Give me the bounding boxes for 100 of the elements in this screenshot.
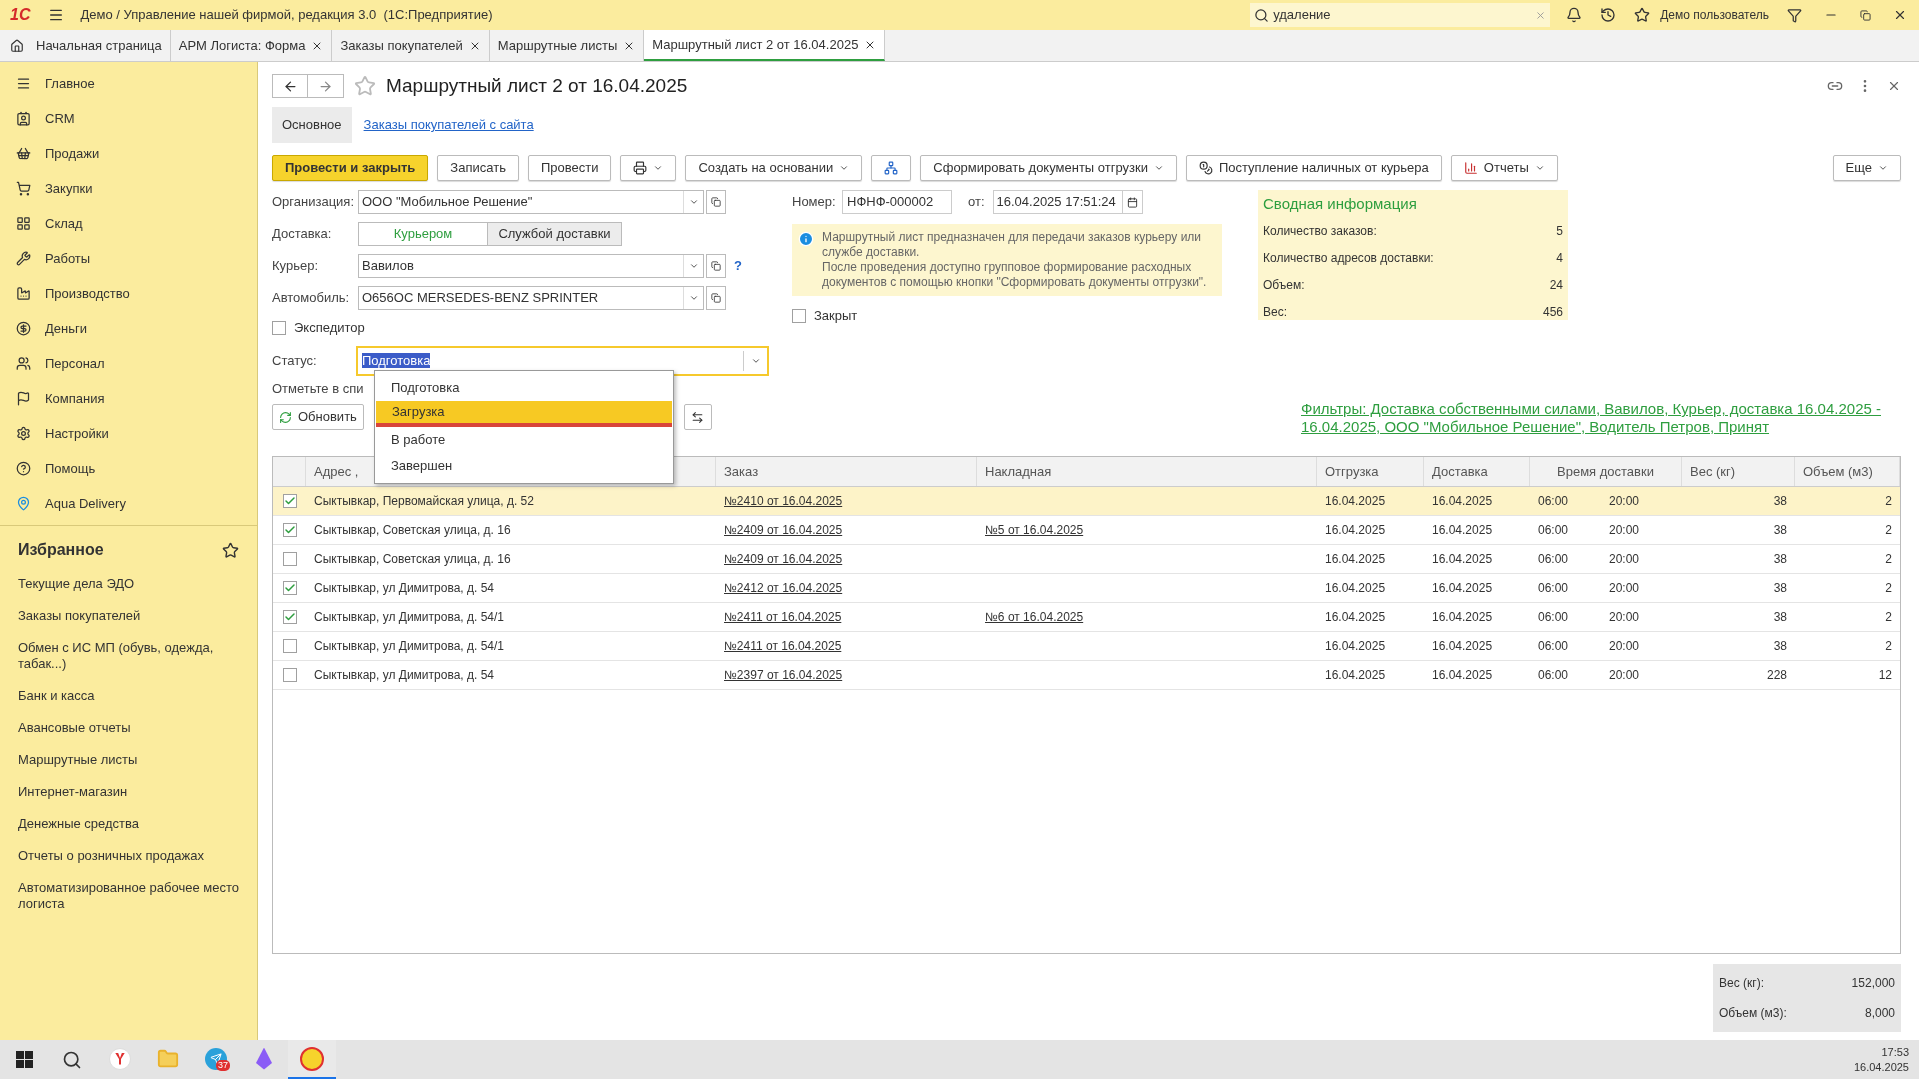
favorites-icon[interactable] bbox=[1634, 7, 1651, 23]
column-header[interactable]: Вес (кг) bbox=[1682, 457, 1795, 486]
invoice-link[interactable]: №6 от 16.04.2025 bbox=[985, 608, 1084, 626]
star-icon[interactable] bbox=[222, 541, 239, 559]
order-link[interactable]: №2412 от 16.04.2025 bbox=[724, 579, 843, 597]
tab[interactable]: Заказы покупателей bbox=[332, 30, 490, 61]
checkbox[interactable] bbox=[282, 581, 297, 595]
dropdown-option[interactable]: Загрузка bbox=[376, 401, 672, 427]
sidebar-item[interactable]: Компания bbox=[0, 381, 257, 416]
favorite-link[interactable]: Авансовые отчеты bbox=[18, 712, 239, 744]
toolbar-button[interactable]: Провести bbox=[527, 155, 612, 181]
summary-label: Количество заказов: bbox=[1263, 223, 1377, 240]
sidebar-item[interactable]: CRM bbox=[0, 101, 257, 136]
favorite-link[interactable]: Автоматизированное рабочее место логиста bbox=[18, 872, 239, 920]
column-header[interactable]: Отгрузка bbox=[1317, 457, 1424, 486]
filters-link[interactable]: Фильтры: Доставка собственными силами, Вавилов, Курьер, доставка 16.04.2025 - 16.04.2025, ООО "Мобильное Решение", Водитель Петров, Принят bbox=[1301, 400, 1901, 436]
sidebar-item[interactable]: Персонал bbox=[0, 346, 257, 381]
sidebar-item[interactable]: Помощь bbox=[0, 451, 257, 486]
sidebar-item[interactable]: Закупки bbox=[0, 171, 257, 206]
checkbox[interactable] bbox=[282, 494, 297, 508]
taskbar-app[interactable] bbox=[288, 1040, 336, 1079]
cash-receipt-button[interactable]: Поступление наличных от курьера bbox=[1185, 155, 1442, 181]
column-header[interactable]: Доставка bbox=[1424, 457, 1530, 486]
favorite-link[interactable]: Отчеты о розничных продажах bbox=[18, 840, 239, 872]
structure-button[interactable] bbox=[871, 155, 912, 181]
tab[interactable]: Маршрутный лист 2 от 16.04.2025 bbox=[644, 30, 886, 61]
history-icon[interactable] bbox=[1600, 7, 1617, 23]
favorite-link[interactable]: Банк и касса bbox=[18, 680, 239, 712]
settings-icon[interactable] bbox=[1787, 7, 1802, 23]
tab[interactable]: АРМ Логиста: Форма bbox=[170, 30, 333, 61]
form-tab[interactable]: Заказы покупателей с сайта bbox=[361, 115, 536, 135]
swap-button[interactable] bbox=[683, 404, 712, 430]
user-name[interactable]: Демо пользователь bbox=[1660, 6, 1769, 24]
open-button[interactable] bbox=[706, 286, 726, 310]
sidebar-item[interactable]: Склад bbox=[0, 206, 257, 241]
back-button[interactable] bbox=[272, 74, 308, 98]
close-icon[interactable] bbox=[1893, 8, 1907, 22]
checkbox[interactable] bbox=[282, 523, 297, 537]
select-field[interactable]: ООО "Мобильное Решение" bbox=[358, 190, 704, 214]
dropdown-option[interactable]: Подготовка bbox=[375, 375, 673, 401]
invoice-link[interactable]: №5 от 16.04.2025 bbox=[985, 521, 1084, 539]
sidebar-item[interactable]: Производство bbox=[0, 276, 257, 311]
tab[interactable]: Начальная страница bbox=[0, 30, 171, 61]
dropdown-option[interactable]: В работе bbox=[375, 427, 673, 453]
menu-button[interactable]: Сформировать документы отгрузки bbox=[920, 155, 1177, 181]
column-header[interactable]: Заказ bbox=[716, 457, 977, 486]
delivery-option[interactable]: Курьером bbox=[358, 222, 488, 246]
order-link[interactable]: №2411 от 16.04.2025 bbox=[724, 608, 842, 626]
help-link[interactable]: ? bbox=[734, 256, 742, 276]
menu-icon[interactable] bbox=[48, 7, 65, 23]
order-link[interactable]: №2397 от 16.04.2025 bbox=[724, 666, 843, 684]
open-button[interactable] bbox=[706, 190, 726, 214]
delivery-option[interactable]: Службой доставки bbox=[488, 222, 622, 246]
checkbox[interactable] bbox=[282, 668, 297, 682]
order-link[interactable]: №2411 от 16.04.2025 bbox=[724, 637, 842, 655]
menu-button[interactable]: Создать на основании bbox=[685, 155, 863, 181]
column-header[interactable]: Время доставки bbox=[1530, 457, 1682, 486]
checkbox[interactable] bbox=[272, 321, 286, 335]
sidebar-item[interactable]: Главное bbox=[0, 66, 257, 101]
sidebar-item[interactable]: Работы bbox=[0, 241, 257, 276]
more-button[interactable]: Еще bbox=[1832, 155, 1901, 181]
checkbox[interactable] bbox=[282, 552, 297, 566]
favorite-link[interactable]: Обмен с ИС МП (обувь, одежда, табак...) bbox=[18, 632, 239, 680]
checkbox[interactable] bbox=[282, 639, 297, 653]
column-header[interactable]: Объем (м3) bbox=[1795, 457, 1900, 486]
select-field[interactable]: Вавилов bbox=[358, 254, 704, 278]
date-field[interactable]: 16.04.2025 17:51:24 bbox=[992, 190, 1143, 214]
number-field[interactable]: НФНФ-000002 bbox=[842, 190, 952, 214]
favorite-link[interactable]: Маршрутные листы bbox=[18, 744, 239, 776]
select-field[interactable]: О656ОС MERSEDES-BENZ SPRINTER bbox=[358, 286, 704, 310]
sidebar-item[interactable]: Настройки bbox=[0, 416, 257, 451]
checkbox[interactable] bbox=[282, 610, 297, 624]
form-tab[interactable]: Основное bbox=[272, 107, 352, 143]
favorite-link[interactable]: Интернет-магазин bbox=[18, 776, 239, 808]
column-header[interactable]: Накладная bbox=[977, 457, 1317, 486]
print-button[interactable] bbox=[620, 155, 677, 181]
favorite-link[interactable]: Денежные средства bbox=[18, 808, 239, 840]
close-icon[interactable] bbox=[1887, 79, 1901, 93]
table-row[interactable]: Сыктывкар, Первомайская улица, д. 52 №2410 от 16.04.2025 16.04.2025 16.04.2025 06:00 20:00 38 2 bbox=[273, 487, 1900, 516]
dropdown-option[interactable]: Завершен bbox=[375, 453, 673, 479]
restore-icon[interactable] bbox=[1860, 9, 1871, 21]
favorite-link[interactable]: Текущие дела ЭДО bbox=[18, 568, 239, 600]
taskbar-app[interactable]: 37 bbox=[192, 1040, 240, 1079]
order-link[interactable]: №2410 от 16.04.2025 bbox=[724, 492, 843, 510]
order-link[interactable]: №2409 от 16.04.2025 bbox=[724, 550, 843, 568]
open-button[interactable] bbox=[706, 254, 726, 278]
refresh-button[interactable]: Обновить bbox=[272, 404, 364, 430]
favorite-link[interactable]: Заказы покупателей bbox=[18, 600, 239, 632]
notifications-icon[interactable] bbox=[1566, 7, 1583, 23]
order-link[interactable]: №2409 от 16.04.2025 bbox=[724, 521, 843, 539]
checkbox[interactable] bbox=[792, 308, 806, 323]
star-icon[interactable] bbox=[354, 75, 376, 97]
toolbar-button[interactable]: Записать bbox=[437, 155, 519, 181]
sidebar-item[interactable]: Продажи bbox=[0, 136, 257, 171]
reports-button[interactable]: Отчеты bbox=[1450, 155, 1558, 181]
calendar-icon[interactable] bbox=[1126, 196, 1138, 208]
search-field[interactable]: удаление bbox=[1250, 3, 1551, 27]
sidebar-item[interactable]: Aqua Delivery bbox=[0, 486, 257, 521]
post-and-close-button[interactable]: Провести и закрыть bbox=[272, 155, 429, 181]
sidebar-item[interactable]: Деньги bbox=[0, 311, 257, 346]
